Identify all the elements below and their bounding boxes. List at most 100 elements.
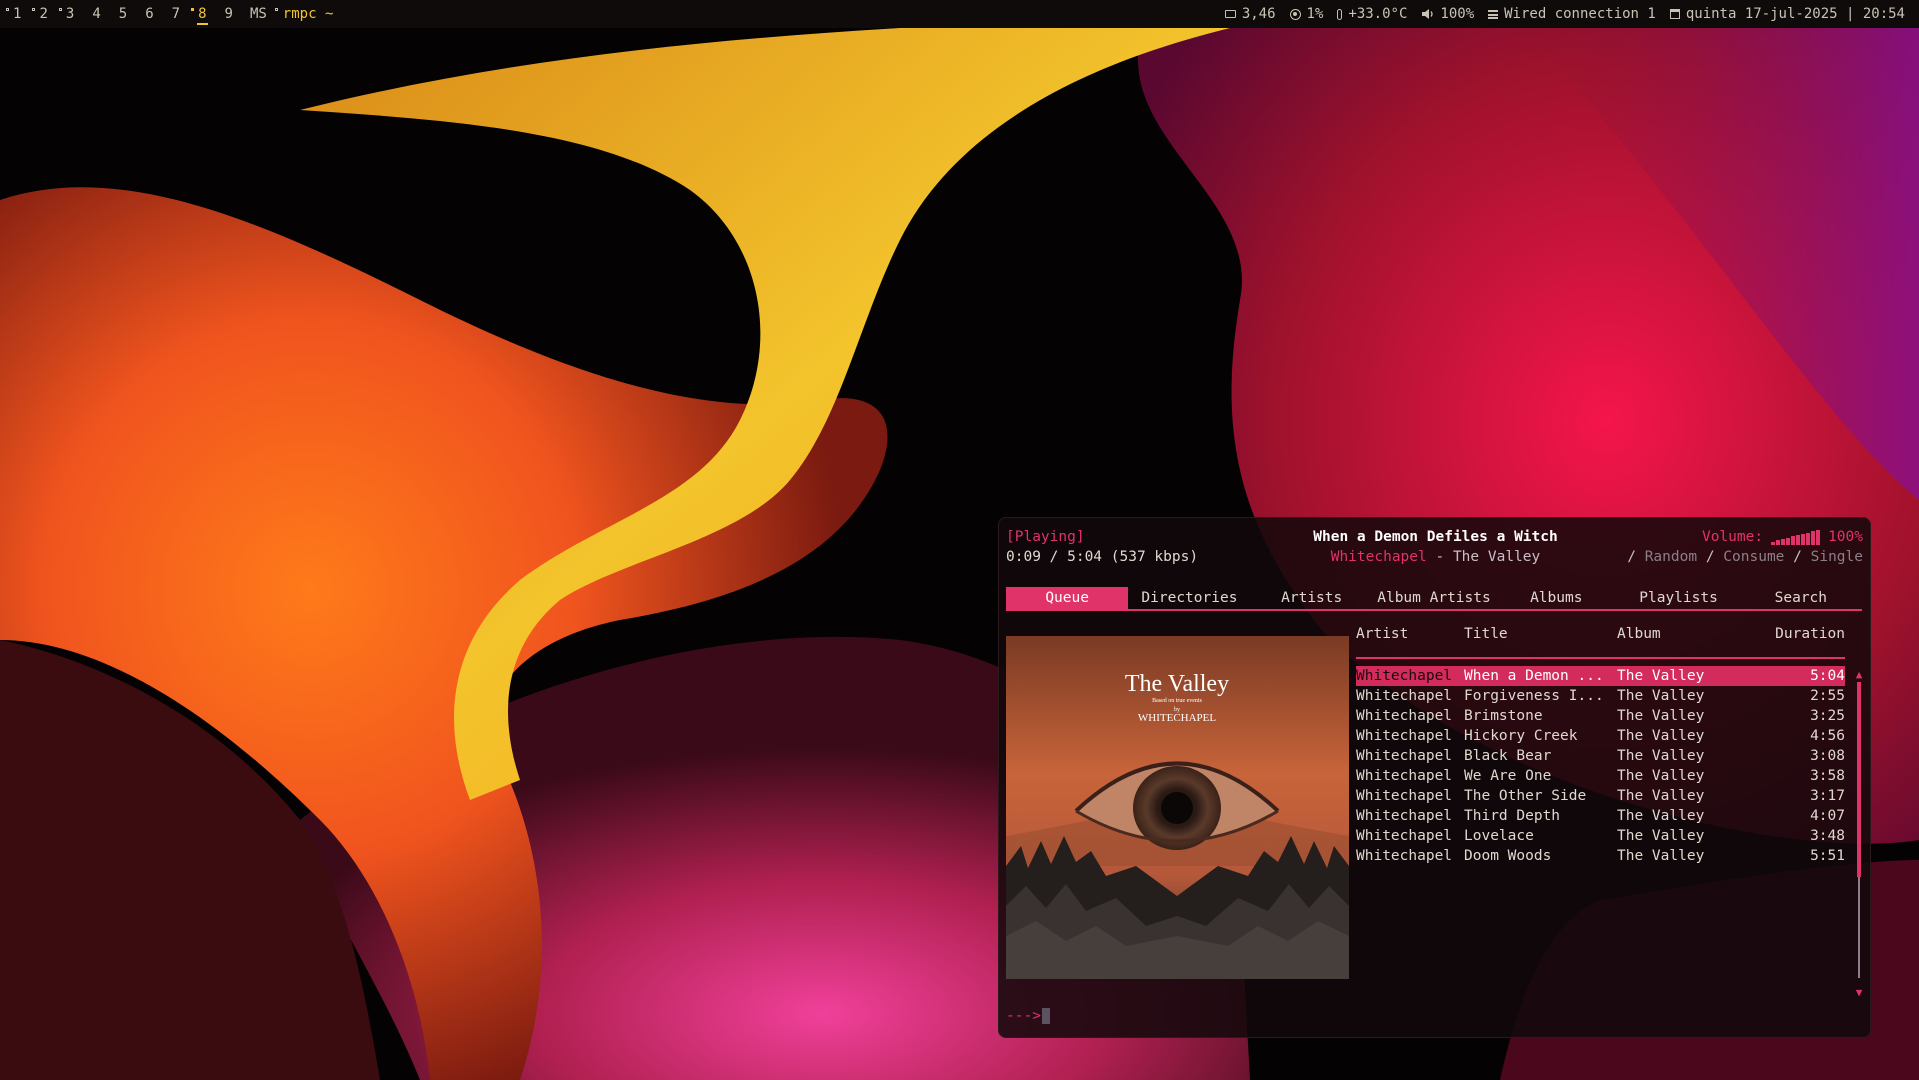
row-artist: Whitechapel [1356,728,1453,744]
memory-module[interactable]: 3,46 [1224,6,1276,22]
datetime-value: quinta 17-jul-2025 | 20:54 [1685,6,1905,22]
queue-row[interactable]: Whitechapel Hickory Creek The Valley 4:56 [1356,726,1845,746]
queue-row[interactable]: Whitechapel The Other Side The Valley 3:17 [1356,786,1845,806]
workspace-label: 1 [13,6,22,22]
row-duration: 3:08 [1810,748,1845,764]
row-duration: 3:17 [1810,788,1845,804]
queue-row[interactable]: Whitechapel We Are One The Valley 3:58 [1356,766,1845,786]
tab-artists[interactable]: Artists [1251,587,1373,609]
volume-bar-segment [1781,539,1786,545]
playback-flags: / Random / Consume / Single [1627,547,1863,567]
workspace-label: 6 [145,6,154,22]
workspace-occupied-icon [191,8,195,11]
cpu-module[interactable]: 1% [1289,6,1324,22]
workspace-7[interactable]: 7 [163,0,189,28]
header-duration[interactable]: Duration [1775,626,1845,642]
thermometer-icon [1337,8,1343,20]
tab-playlists[interactable]: Playlists [1617,587,1739,609]
tab-queue[interactable]: Queue [1006,587,1129,609]
flag-separator: / [1784,549,1811,565]
workspace-label: 3 [65,6,75,22]
row-title: We Are One [1464,768,1552,784]
cpu-value: 1% [1306,6,1324,22]
consume-flag[interactable]: Consume [1723,549,1784,565]
workspace-4[interactable]: 4 [83,0,109,28]
scrollbar-thumb[interactable] [1857,682,1861,877]
workspace-9[interactable]: 9 [216,0,242,28]
row-artist: Whitechapel [1356,788,1453,804]
volume-display[interactable]: Volume: 100% [1702,527,1863,547]
workspace-6[interactable]: 6 [136,0,162,28]
workspace-label: 8 [198,6,207,22]
scroll-down-arrow-icon[interactable]: ▼ [1854,987,1864,998]
row-artist: Whitechapel [1356,688,1453,704]
volume-module[interactable]: 100% [1421,6,1474,22]
row-duration: 4:07 [1810,808,1845,824]
active-window-title: rmpc ~ [274,6,333,22]
status-modules: 3,46 1% +33.0°C 100% Wired connection 1 … [1224,6,1919,22]
queue-row[interactable]: Whitechapel Brimstone The Valley 3:25 [1356,706,1845,726]
header-artist[interactable]: Artist [1356,626,1408,642]
volume-bar-segment [1796,535,1801,545]
temperature-value: +33.0°C [1348,6,1408,22]
tab-album-artists[interactable]: Album Artists [1373,587,1495,609]
volume-value: 100% [1440,6,1475,22]
workspace-3[interactable]: 3 [57,0,83,28]
workspace-8[interactable]: 8 [189,0,215,28]
network-module[interactable]: Wired connection 1 [1488,6,1656,22]
tab-albums[interactable]: Albums [1495,587,1617,609]
row-title: Doom Woods [1464,848,1552,864]
volume-label: Volume: [1701,529,1764,545]
tab-directories[interactable]: Directories [1128,587,1250,609]
workspace-label: 2 [39,6,48,22]
queue-row[interactable]: Whitechapel Doom Woods The Valley 5:51 [1356,846,1845,866]
cpu-icon [1289,8,1301,20]
row-album: The Valley [1617,808,1705,824]
queue-row-current[interactable]: Whitechapel When a Demon ... The Valley 5:0… [1356,666,1845,686]
workspace-label: 4 [92,6,101,22]
row-duration: 4:56 [1810,728,1845,744]
row-title: Brimstone [1464,708,1543,724]
window-icon [274,8,278,11]
workspace-5[interactable]: 5 [110,0,136,28]
queue-scrollbar[interactable]: ▲ ▼ [1854,669,1864,998]
tab-search[interactable]: Search [1740,587,1862,609]
workspace-1[interactable]: 1 [4,0,30,28]
workspace-occupied-icon [6,8,9,11]
workspace-2[interactable]: 2 [30,0,56,28]
temperature-module[interactable]: +33.0°C [1337,6,1407,22]
prompt-symbol: ---> [1006,1008,1041,1024]
scroll-up-arrow-icon[interactable]: ▲ [1854,669,1864,680]
queue-row[interactable]: Whitechapel Lovelace The Valley 3:48 [1356,826,1845,846]
layout-indicator[interactable]: MS [250,6,267,22]
row-title: When a Demon ... [1464,668,1604,684]
queue-header-divider [1356,657,1845,659]
flag-separator: / [1627,549,1645,565]
volume-bar-segment [1801,534,1806,545]
random-flag[interactable]: Random [1645,549,1697,565]
row-artist: Whitechapel [1356,828,1453,844]
calendar-icon [1669,9,1680,19]
row-title: Black Bear [1464,748,1552,764]
header-album[interactable]: Album [1617,626,1661,642]
queue-list: Whitechapel When a Demon ... The Valley 5:0… [1356,666,1845,866]
volume-bar-segment [1816,530,1821,545]
queue-row[interactable]: Whitechapel Black Bear The Valley 3:08 [1356,746,1845,766]
queue-row[interactable]: Whitechapel Forgiveness I... The Valley 2:5… [1356,686,1845,706]
network-value: Wired connection 1 [1504,6,1656,22]
queue-row[interactable]: Whitechapel Third Depth The Valley 4:07 [1356,806,1845,826]
header-title[interactable]: Title [1464,626,1508,642]
clock-module[interactable]: quinta 17-jul-2025 | 20:54 [1669,6,1905,22]
row-album: The Valley [1617,708,1705,724]
command-prompt[interactable]: ---> [1006,1006,1050,1026]
volume-bar-segment [1791,536,1796,545]
row-album: The Valley [1617,748,1705,764]
tab-bar: Queue Directories Artists Album Artists … [1006,587,1862,611]
single-flag[interactable]: Single [1811,549,1863,565]
album-art-band: WHITECHAPEL [1138,712,1216,724]
network-icon [1488,9,1499,19]
workspace-label: 7 [171,6,181,22]
volume-percent: 100% [1828,529,1863,545]
row-album: The Valley [1617,848,1705,864]
rmpc-window[interactable]: [Playing] 0:09 / 5:04 (537 kbps) When a … [998,517,1871,1038]
